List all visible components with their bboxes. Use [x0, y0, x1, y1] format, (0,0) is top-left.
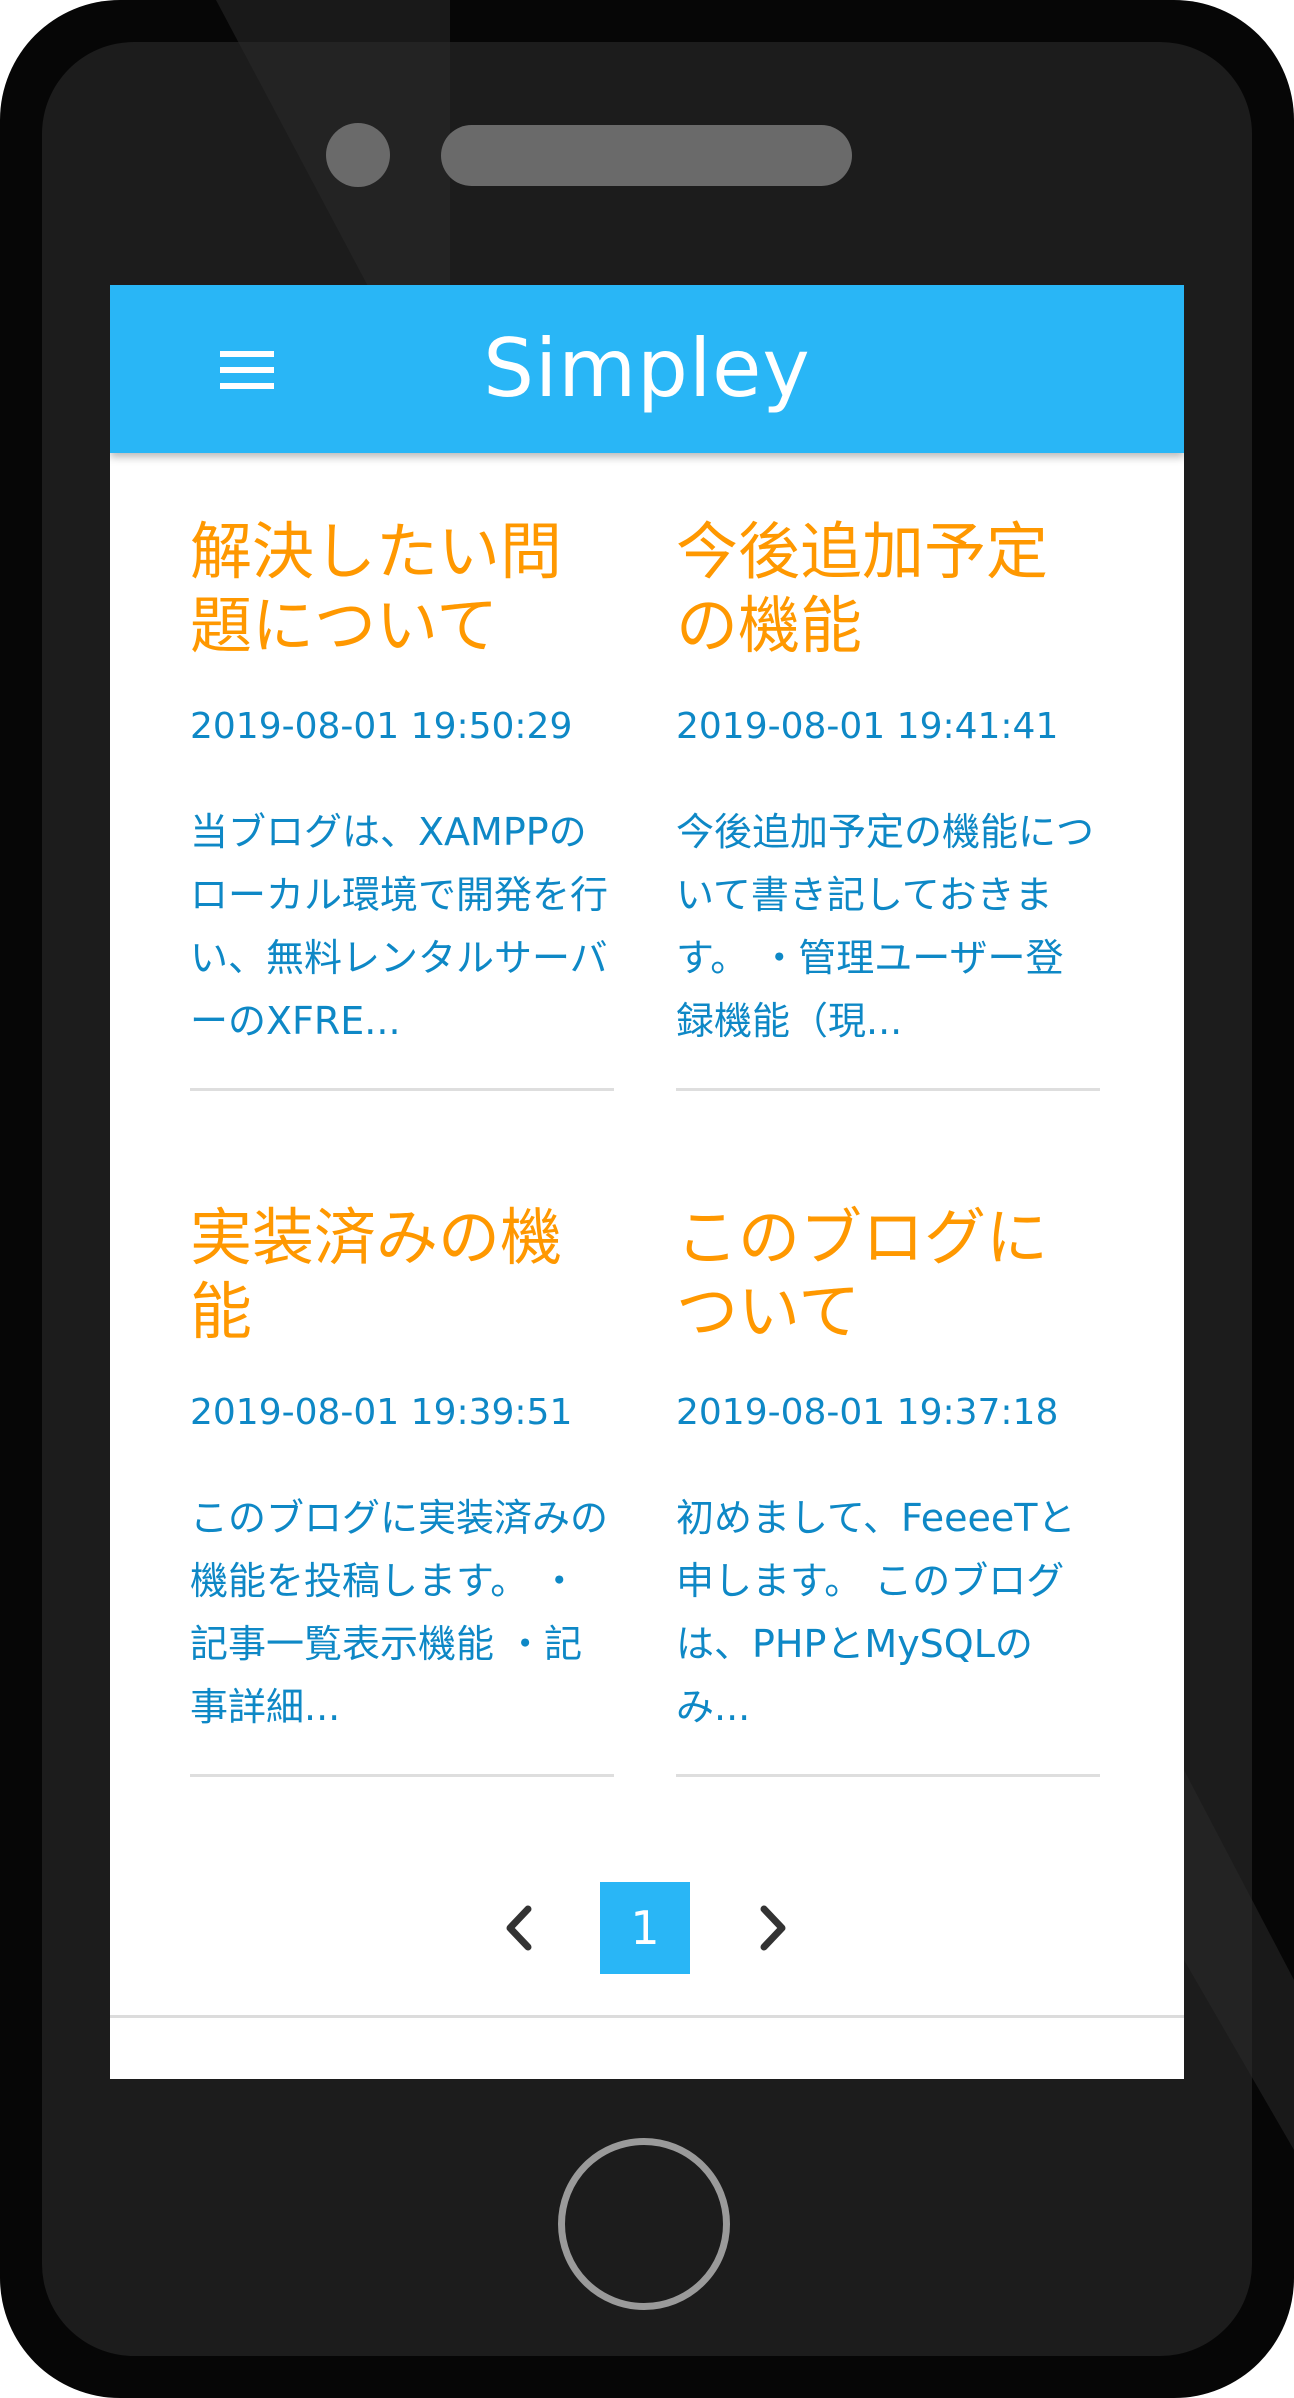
footer-divider	[110, 2015, 1184, 2018]
chevron-left-icon	[506, 1905, 532, 1951]
post-title[interactable]: 解決したい問題について	[190, 515, 614, 663]
previous-page-button[interactable]	[490, 1882, 550, 1974]
card-divider	[190, 1774, 614, 1777]
post-date: 2019-08-01 19:50:29	[190, 706, 573, 747]
post-title[interactable]: 今後追加予定の機能	[676, 515, 1100, 663]
post-excerpt: 当ブログは、XAMPPのローカル環境で開発を行い、無料レンタルサーバーのXFRE…	[190, 810, 609, 1043]
post-card[interactable]: 今後追加予定の機能 2019-08-01 19:41:41 今後追加予定の機能に…	[676, 515, 1100, 1053]
hamburger-menu-icon[interactable]	[220, 351, 274, 389]
app-bar: Simpley	[110, 285, 1184, 453]
chevron-right-icon	[760, 1905, 786, 1951]
post-excerpt: 初めまして、FeeeeTと申します。 このブログは、PHPとMySQLのみ...	[676, 1496, 1076, 1729]
earpiece-speaker	[441, 125, 852, 186]
post-date: 2019-08-01 19:37:18	[676, 1392, 1059, 1433]
post-card[interactable]: 実装済みの機能 2019-08-01 19:39:51 このブログに実装済みの機…	[190, 1201, 614, 1739]
card-divider	[676, 1774, 1100, 1777]
post-title[interactable]: このブログについて	[676, 1201, 1100, 1349]
post-excerpt: 今後追加予定の機能について書き記しておきます。 ・管理ユーザー登録機能（現...	[676, 810, 1095, 1043]
card-divider	[190, 1088, 614, 1091]
front-camera	[326, 123, 390, 187]
post-date: 2019-08-01 19:39:51	[190, 1392, 573, 1433]
post-date: 2019-08-01 19:41:41	[676, 706, 1059, 747]
pagination: 1	[110, 1882, 1184, 1974]
next-page-button[interactable]	[742, 1882, 802, 1974]
post-excerpt: このブログに実装済みの機能を投稿します。 ・記事一覧表示機能 ・記事詳細...	[190, 1496, 609, 1729]
post-card[interactable]: このブログについて 2019-08-01 19:37:18 初めまして、Feee…	[676, 1201, 1100, 1739]
post-title[interactable]: 実装済みの機能	[190, 1201, 614, 1349]
phone-frame: Simpley 解決したい問題について 2019-08-01 19:50:29 …	[0, 0, 1294, 2398]
app-screen: Simpley 解決したい問題について 2019-08-01 19:50:29 …	[110, 285, 1184, 2079]
current-page-button[interactable]: 1	[600, 1882, 690, 1974]
home-button[interactable]	[558, 2138, 730, 2310]
card-divider	[676, 1088, 1100, 1091]
post-card[interactable]: 解決したい問題について 2019-08-01 19:50:29 当ブログは、XA…	[190, 515, 614, 1053]
